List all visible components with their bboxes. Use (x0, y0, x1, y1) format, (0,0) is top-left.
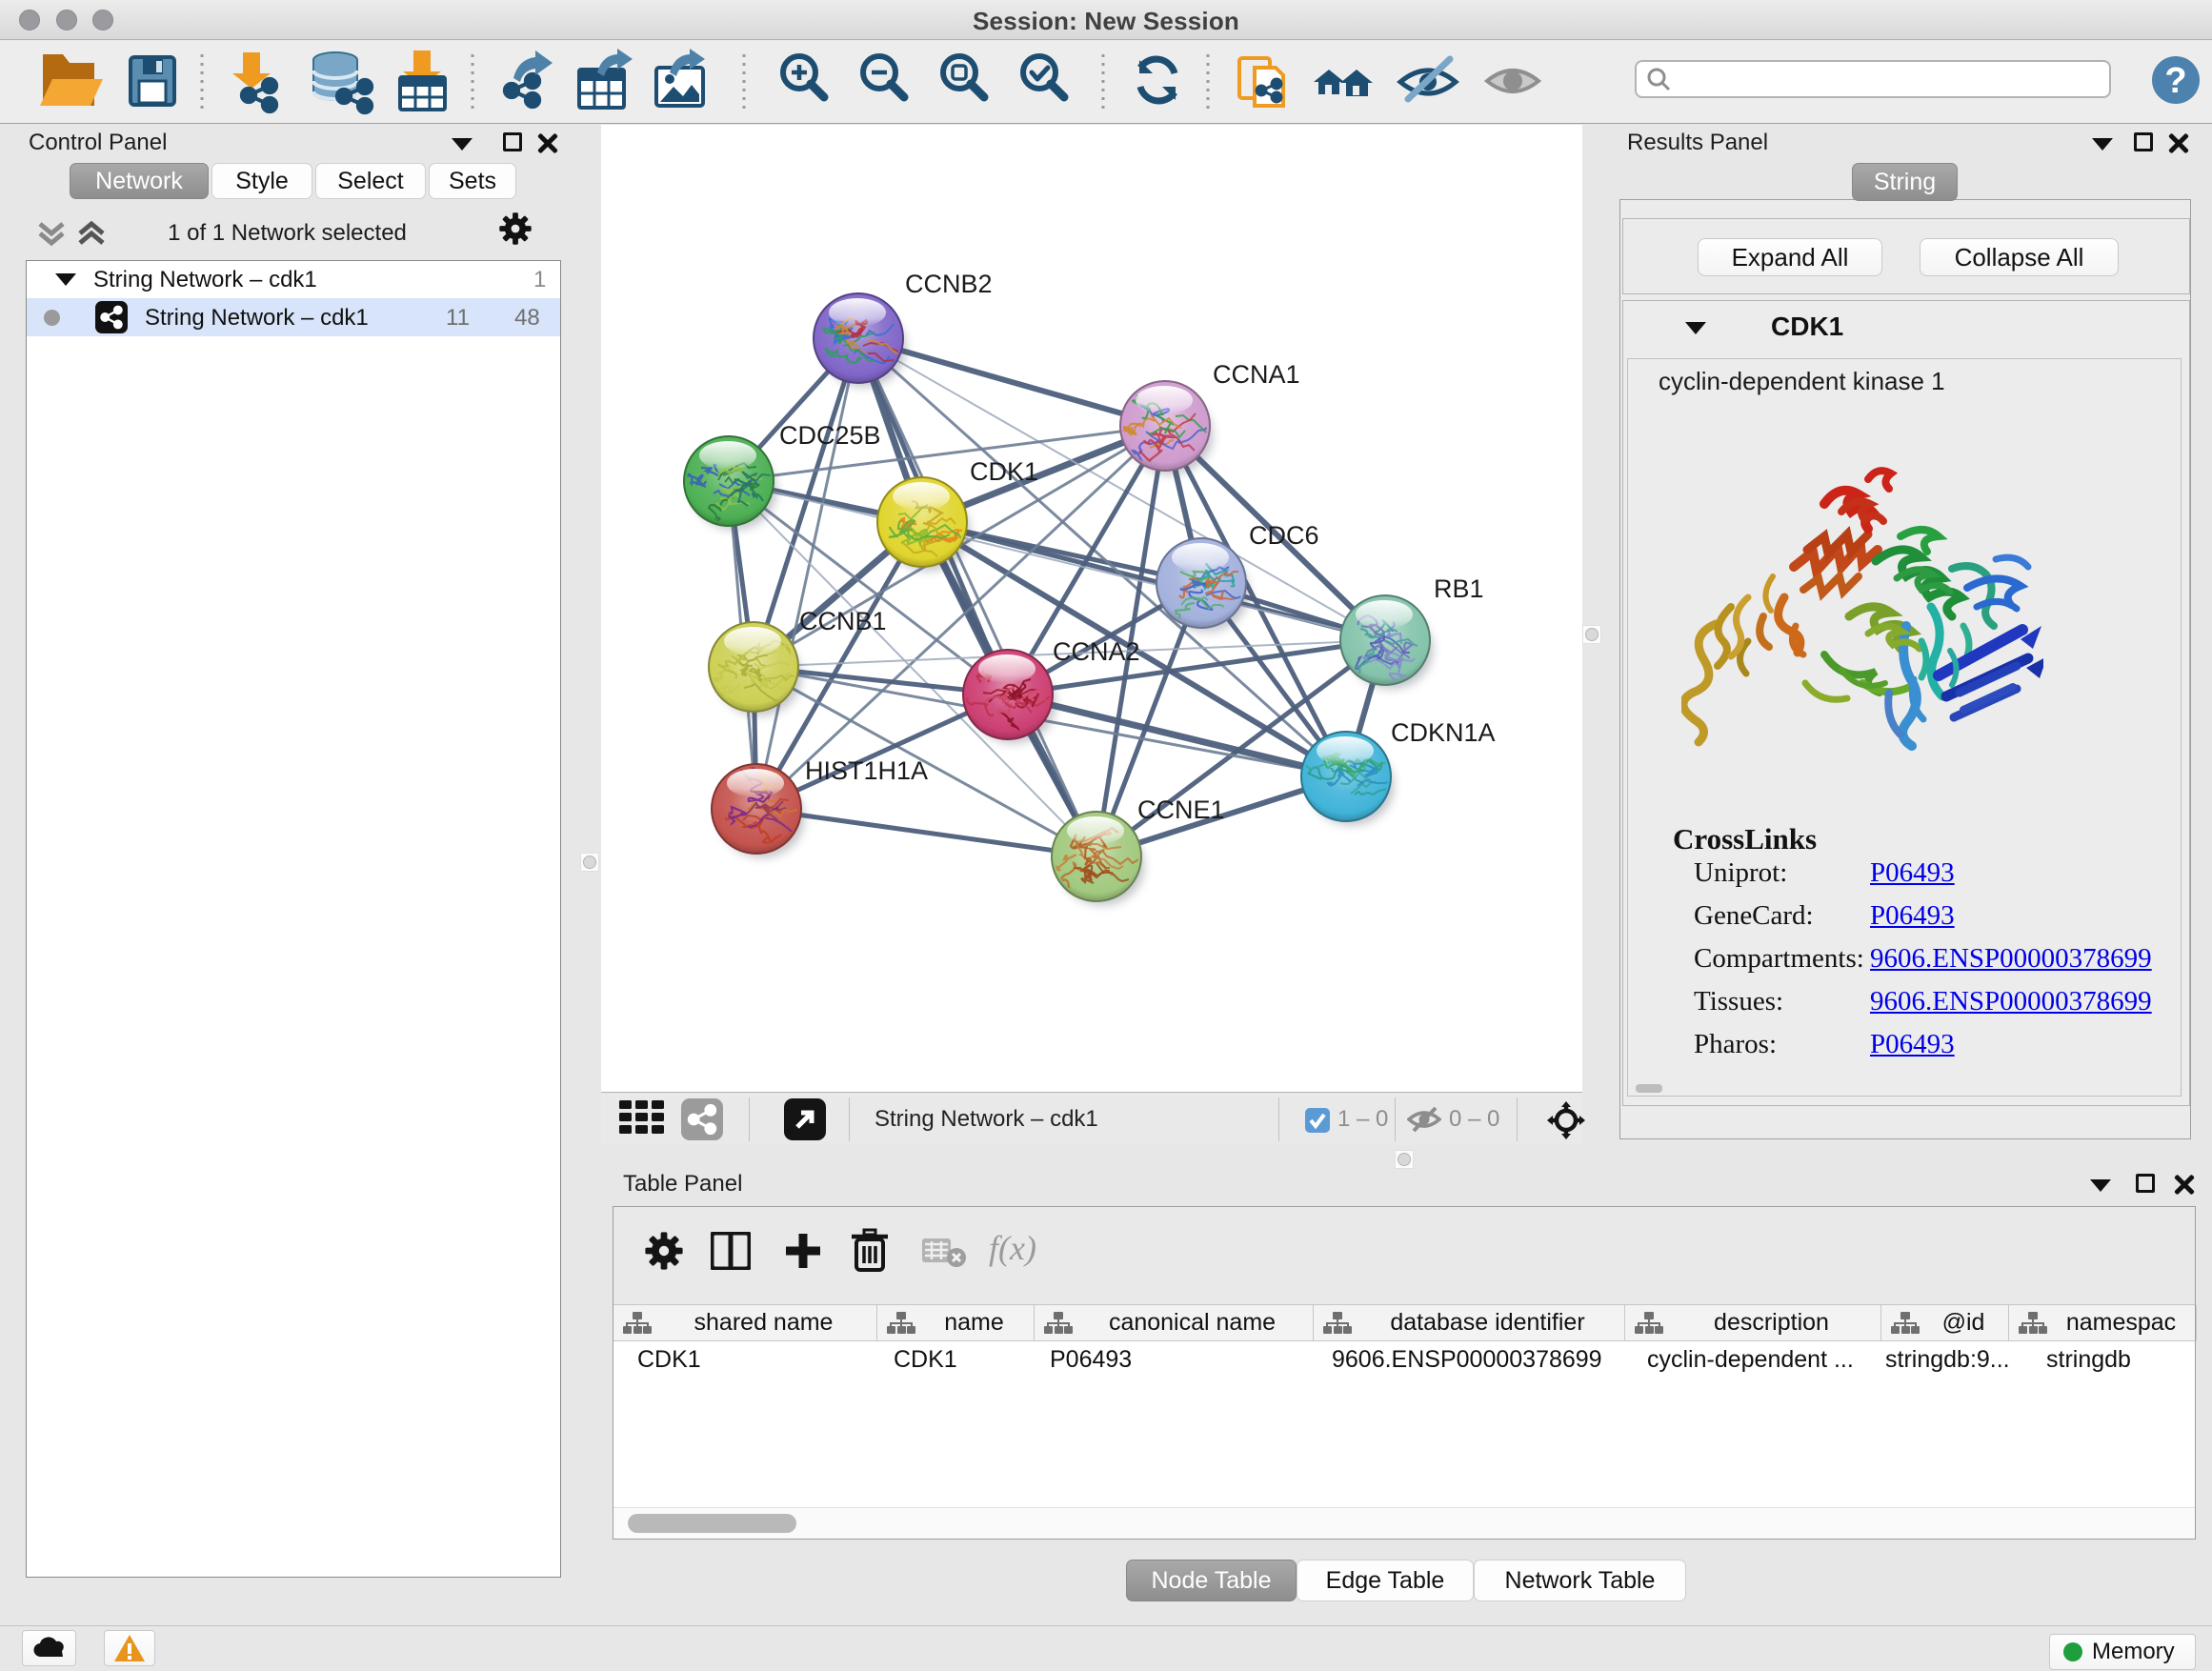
svg-text:CCNA2: CCNA2 (1053, 637, 1140, 666)
svg-text:CCNB1: CCNB1 (799, 607, 887, 635)
svg-text:CDK1: CDK1 (970, 457, 1038, 486)
svg-text:RB1: RB1 (1434, 574, 1484, 603)
svg-text:HIST1H1A: HIST1H1A (805, 756, 928, 785)
svg-text:CCNE1: CCNE1 (1137, 795, 1225, 824)
svg-text:CDKN1A: CDKN1A (1391, 718, 1496, 747)
svg-text:?: ? (2164, 61, 2186, 101)
svg-text:CCNB2: CCNB2 (905, 270, 993, 298)
svg-text:CCNA1: CCNA1 (1213, 360, 1300, 389)
svg-text:CDC6: CDC6 (1249, 521, 1319, 550)
svg-text:CDC25B: CDC25B (779, 421, 881, 450)
